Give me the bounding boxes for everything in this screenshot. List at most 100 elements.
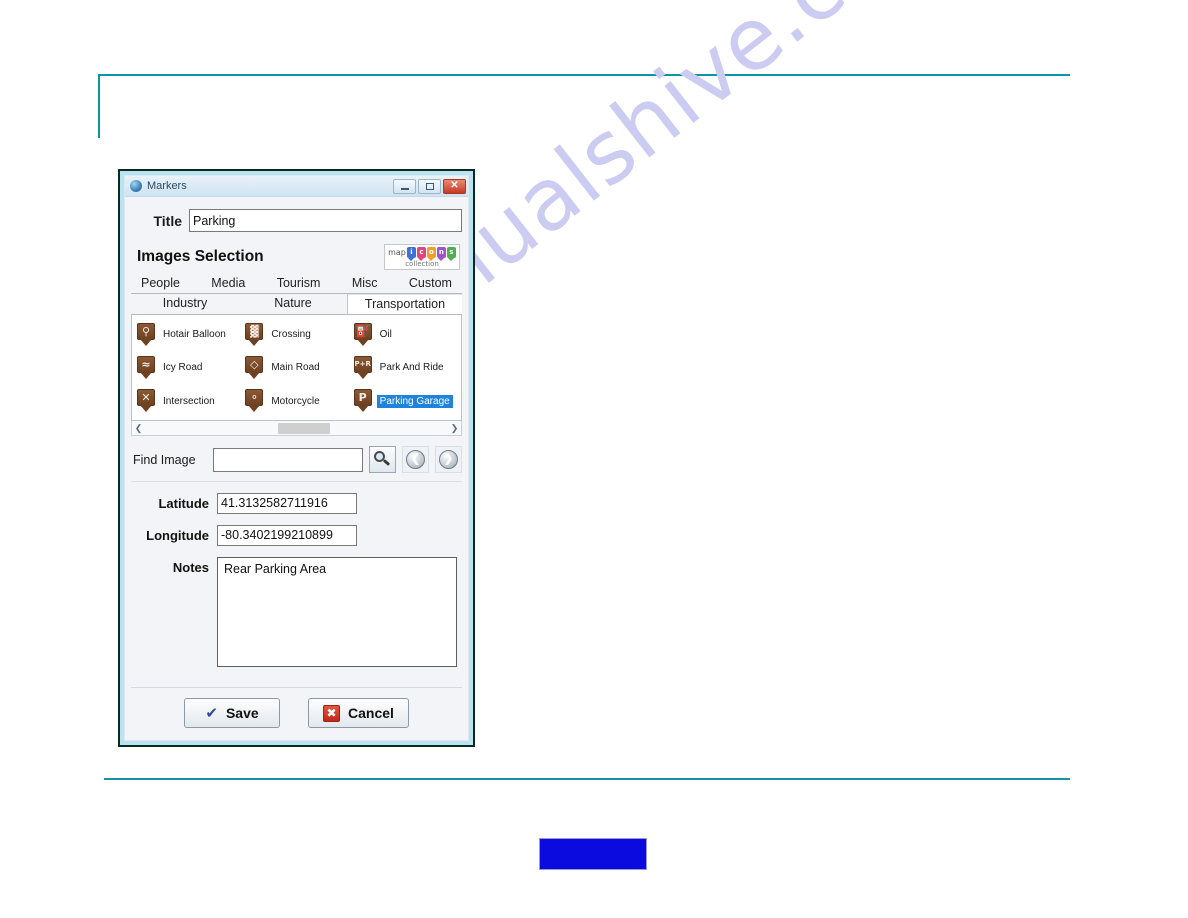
dialog-body: Title Parking Images Selection map i c o… — [125, 197, 468, 740]
tab-misc[interactable]: Misc — [346, 274, 384, 293]
icon-item-park-and-ride[interactable]: P+R Park And Ride — [353, 355, 461, 380]
logo-pin-s-label: s — [449, 248, 454, 256]
images-selection-row: Images Selection map i c o n s collectio… — [131, 244, 462, 270]
longitude-row: Longitude -80.3402199210899 — [131, 524, 462, 546]
icon-item-label: Oil — [379, 329, 392, 341]
checkmark-icon: ✔ — [205, 703, 218, 722]
parking-garage-icon: P — [353, 389, 373, 413]
page-rule-bottom — [104, 778, 1070, 780]
scrollbar-thumb[interactable] — [278, 422, 331, 434]
save-button-label: Save — [225, 705, 259, 721]
icy-road-glyph: ≈ — [141, 357, 151, 371]
icon-item-crossing[interactable]: ▓ Crossing — [244, 322, 352, 347]
minimize-icon — [400, 187, 409, 190]
icon-item-label: Park And Ride — [379, 362, 444, 374]
icon-item-oil[interactable]: ⛽ Oil — [353, 322, 461, 347]
notes-row: Notes Rear Parking Area — [131, 557, 462, 667]
icon-row: ⚲ Hotair Balloon ▓ Crossing ⛽ Oil — [136, 322, 461, 347]
arrow-left-icon: ❮ — [406, 450, 425, 469]
logo-pin-n: n — [436, 246, 446, 258]
icon-item-motorcycle[interactable]: ⚬ Motorcycle — [244, 389, 352, 413]
close-icon: ✕ — [450, 180, 459, 191]
latitude-row: Latitude 41.3132582711916 — [131, 492, 462, 514]
oil-glyph: ⛽ — [355, 324, 370, 338]
logo-pin-i: i — [406, 246, 416, 258]
main-road-icon: ◇ — [244, 355, 264, 380]
icon-item-label: Motorcycle — [271, 395, 320, 407]
parking-garage-glyph: P — [358, 391, 367, 405]
logo-pin-c: c — [416, 246, 426, 258]
maximize-button[interactable] — [418, 178, 441, 194]
scrollbar-track[interactable] — [145, 422, 448, 435]
images-selection-label: Images Selection — [137, 248, 264, 265]
cancel-button[interactable]: ✖ Cancel — [308, 698, 409, 728]
title-row: Title Parking — [131, 209, 462, 232]
logo-suffix: collection — [405, 260, 439, 268]
hotair-balloon-glyph: ⚲ — [141, 324, 151, 338]
latitude-input[interactable]: 41.3132582711916 — [217, 492, 357, 514]
magnifier-icon — [374, 451, 391, 468]
icon-item-main-road[interactable]: ◇ Main Road — [244, 355, 352, 380]
logo-pin-n-label: n — [438, 248, 444, 256]
maximize-icon — [425, 182, 434, 190]
intersection-icon: ✕ — [136, 389, 156, 413]
crossing-glyph: ▓ — [250, 324, 259, 338]
markers-dialog: Markers ✕ Title Parking Images Selection… — [118, 169, 475, 747]
logo-pin-c-label: c — [419, 248, 424, 256]
category-tabs: People Media Tourism Misc Custom Industr… — [131, 274, 462, 315]
park-and-ride-icon: P+R — [353, 355, 373, 380]
tab-row-primary: People Media Tourism Misc Custom — [131, 274, 462, 294]
icon-item-parking-garage[interactable]: P Parking Garage — [353, 389, 461, 413]
title-input[interactable]: Parking — [189, 209, 462, 232]
globe-icon — [130, 180, 142, 192]
tab-custom[interactable]: Custom — [403, 274, 458, 293]
icon-list-scrollbar[interactable]: ❮ ❯ — [131, 421, 462, 436]
icon-item-hotair-balloon[interactable]: ⚲ Hotair Balloon — [136, 322, 244, 347]
longitude-label: Longitude — [146, 527, 209, 543]
previous-button[interactable]: ❮ — [402, 446, 429, 473]
logo-pin-s: s — [446, 246, 456, 258]
latitude-label: Latitude — [158, 495, 209, 511]
tab-tourism[interactable]: Tourism — [271, 274, 327, 293]
search-button[interactable] — [369, 446, 396, 473]
icon-row: ✕ Intersection ⚬ Motorcycle P Parking Ga… — [136, 389, 461, 413]
save-button[interactable]: ✔ Save — [184, 698, 281, 728]
page-rule-top — [98, 74, 1070, 76]
icon-item-label: Icy Road — [163, 362, 203, 374]
icon-item-intersection[interactable]: ✕ Intersection — [136, 389, 244, 413]
logo-pin-o-label: o — [428, 248, 434, 256]
chevron-right-icon[interactable]: ❯ — [448, 422, 461, 435]
dialog-footer: ✔ Save ✖ Cancel — [131, 687, 462, 740]
oil-icon: ⛽ — [353, 322, 373, 347]
dialog-content: Markers ✕ Title Parking Images Selection… — [124, 175, 469, 741]
map-icons-collection-logo: map i c o n s collection — [384, 244, 460, 270]
arrow-right-icon: ❯ — [439, 450, 458, 469]
minimize-button[interactable] — [393, 178, 416, 194]
find-image-row: Find Image ❮ ❯ — [131, 446, 462, 473]
logo-prefix: map — [388, 247, 406, 257]
icon-item-icy-road[interactable]: ≈ Icy Road — [136, 355, 244, 380]
title-label: Title — [153, 212, 182, 229]
icon-item-label: Parking Garage — [376, 394, 453, 408]
find-image-input[interactable] — [213, 447, 363, 472]
motorcycle-glyph: ⚬ — [249, 391, 259, 405]
notes-label: Notes — [172, 560, 209, 575]
chevron-left-icon[interactable]: ❮ — [132, 422, 145, 435]
window-title: Markers — [147, 180, 187, 192]
tab-transportation[interactable]: Transportation — [347, 294, 462, 314]
tab-people[interactable]: People — [135, 274, 186, 293]
icon-row: ≈ Icy Road ◇ Main Road P+R Park And Ride — [136, 355, 461, 380]
longitude-input[interactable]: -80.3402199210899 — [217, 524, 357, 546]
tab-media[interactable]: Media — [205, 274, 251, 293]
tab-nature[interactable]: Nature — [239, 294, 347, 314]
notes-textarea[interactable]: Rear Parking Area — [217, 557, 457, 667]
close-button[interactable]: ✕ — [443, 178, 466, 194]
next-button[interactable]: ❯ — [435, 446, 462, 473]
page-blue-box — [539, 838, 647, 870]
icon-item-label: Main Road — [271, 362, 320, 374]
page-rule-left — [98, 74, 100, 138]
icon-list[interactable]: ⚲ Hotair Balloon ▓ Crossing ⛽ Oil ≈ Icy … — [131, 315, 462, 421]
tab-industry[interactable]: Industry — [131, 294, 239, 314]
main-road-glyph: ◇ — [250, 357, 259, 371]
logo-pin-i-label: i — [410, 248, 413, 256]
